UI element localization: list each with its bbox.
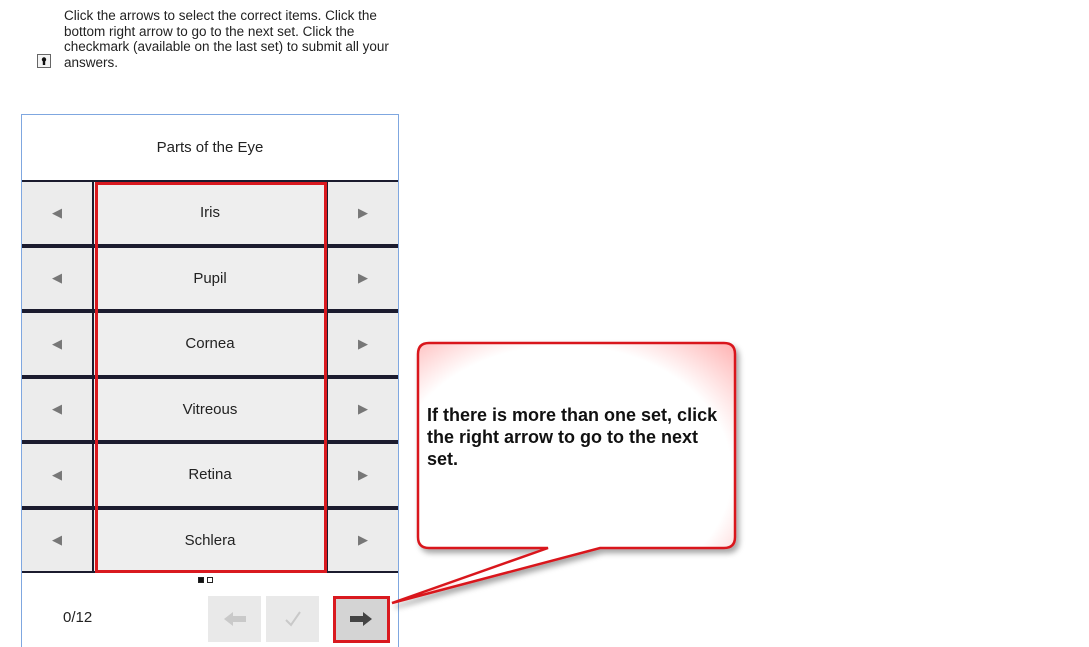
callout-text: If there is more than one set, click the… bbox=[427, 405, 718, 469]
callout-graphic bbox=[391, 341, 737, 605]
